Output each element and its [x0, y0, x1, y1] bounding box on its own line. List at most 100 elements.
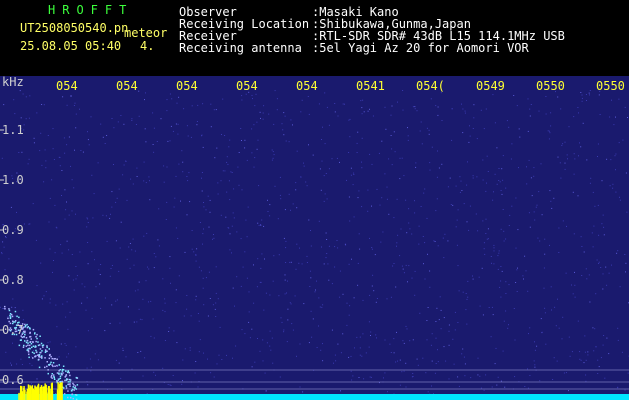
noise-speck	[469, 205, 471, 207]
noise-speck	[444, 233, 446, 235]
noise-speck	[134, 250, 136, 252]
noise-speck	[602, 214, 604, 216]
noise-speck	[183, 315, 185, 317]
noise-speck	[617, 387, 619, 389]
noise-speck	[359, 248, 361, 250]
meteor-speck	[31, 341, 34, 343]
signal-bar	[51, 382, 53, 400]
noise-speck	[383, 377, 384, 379]
noise-speck	[597, 143, 599, 145]
noise-speck	[544, 312, 546, 314]
noise-speck	[619, 196, 620, 198]
noise-speck	[70, 165, 71, 167]
noise-speck	[533, 211, 535, 213]
meteor-speck	[65, 385, 67, 387]
noise-speck	[519, 136, 521, 138]
noise-speck	[44, 149, 46, 151]
meteor-speck	[69, 378, 71, 381]
noise-speck	[248, 311, 250, 313]
noise-speck	[426, 217, 428, 219]
noise-speck	[109, 322, 111, 324]
noise-speck	[371, 163, 373, 165]
noise-speck	[435, 337, 437, 339]
noise-speck	[503, 320, 505, 322]
noise-speck	[480, 387, 482, 389]
noise-speck	[443, 257, 445, 259]
noise-speck	[455, 185, 457, 187]
noise-speck	[356, 142, 358, 144]
noise-speck	[110, 213, 111, 215]
noise-speck	[396, 198, 398, 200]
noise-speck	[95, 286, 97, 288]
noise-speck	[273, 255, 275, 257]
noise-speck	[458, 290, 460, 292]
meteor-speck	[39, 348, 42, 350]
noise-speck	[627, 117, 628, 118]
meteor-speck	[40, 342, 43, 345]
noise-speck	[590, 177, 592, 179]
meteor-speck	[52, 374, 55, 376]
noise-speck	[253, 302, 255, 304]
noise-speck	[58, 356, 60, 358]
noise-speck	[464, 110, 466, 112]
noise-speck	[401, 157, 403, 159]
noise-speck	[571, 284, 572, 286]
noise-speck	[624, 389, 626, 391]
noise-speck	[606, 158, 608, 160]
meteor-speck	[28, 347, 31, 350]
noise-speck	[369, 153, 371, 155]
noise-speck	[412, 106, 414, 108]
noise-speck	[587, 354, 589, 356]
noise-speck	[54, 252, 56, 254]
noise-speck	[172, 130, 174, 132]
freq-tick-label: 1.1	[2, 123, 24, 137]
noise-speck	[581, 246, 583, 247]
noise-speck	[224, 170, 226, 172]
noise-speck	[573, 233, 575, 235]
noise-speck	[612, 183, 614, 185]
noise-speck	[483, 389, 485, 391]
noise-speck	[208, 226, 210, 228]
noise-speck	[499, 286, 501, 288]
noise-speck	[75, 113, 77, 115]
meteor-speck	[61, 374, 63, 376]
meteor-speck	[59, 375, 62, 378]
noise-speck	[362, 99, 364, 101]
noise-speck	[437, 245, 439, 247]
noise-speck	[295, 268, 297, 270]
noise-speck	[615, 169, 616, 171]
noise-speck	[120, 115, 122, 116]
noise-speck	[182, 161, 184, 163]
noise-speck	[495, 347, 497, 349]
meteor-speck	[31, 351, 34, 354]
noise-speck	[390, 352, 392, 353]
meteor-speck	[59, 369, 61, 371]
noise-speck	[230, 171, 232, 173]
noise-speck	[464, 112, 466, 114]
noise-speck	[437, 114, 439, 116]
noise-speck	[367, 210, 369, 212]
noise-speck	[262, 112, 264, 114]
noise-speck	[301, 99, 303, 101]
noise-speck	[500, 296, 502, 298]
signal-bar	[48, 386, 50, 400]
noise-speck	[116, 197, 118, 199]
noise-speck	[358, 377, 360, 378]
meteor-speck	[75, 388, 77, 390]
noise-speck	[500, 266, 502, 267]
meteor-speck	[65, 375, 67, 377]
noise-speck	[281, 321, 283, 323]
noise-speck	[106, 135, 108, 136]
noise-speck	[228, 227, 230, 229]
noise-speck	[220, 214, 222, 216]
noise-speck	[66, 201, 67, 203]
noise-speck	[460, 180, 462, 182]
noise-speck	[600, 357, 602, 359]
noise-speck	[371, 248, 373, 250]
noise-speck	[271, 159, 273, 161]
noise-speck	[229, 249, 231, 251]
meteor-speck	[59, 377, 62, 380]
noise-speck	[391, 164, 393, 166]
noise-speck	[123, 164, 125, 166]
noise-speck	[308, 144, 309, 146]
